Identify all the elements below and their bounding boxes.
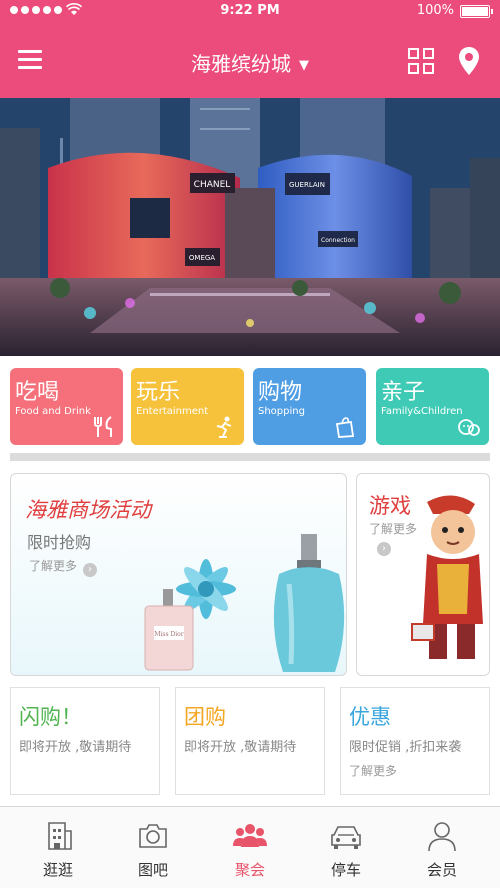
skater-icon xyxy=(216,416,232,438)
tab-member-label: 会员 xyxy=(426,861,457,879)
app-header: 海雅缤纷城 ▼ xyxy=(0,22,500,98)
discount-more-link[interactable]: 了解更多 xyxy=(349,762,397,779)
banner-sign-chanel: CHANEL xyxy=(194,180,231,190)
group-buy-title: 团购 xyxy=(184,705,226,729)
category-shopping-sublabel: Shopping xyxy=(258,406,305,417)
grid-icon[interactable] xyxy=(408,48,434,74)
flash-sale-desc: 即将开放 ,敬请期待 xyxy=(19,740,132,755)
banner-sign-guerlain: GUERLAIN xyxy=(289,181,325,189)
group-buy-card[interactable]: 团购 即将开放 ,敬请期待 xyxy=(175,687,325,795)
building-icon xyxy=(48,822,72,850)
flash-sale-title: 闪购！ xyxy=(19,705,82,729)
category-shopping-label: 购物 xyxy=(258,380,303,405)
battery-percent: 100% xyxy=(416,3,454,18)
discount-desc: 限时促销 ,折扣来袭 xyxy=(349,740,462,755)
banner-sign-omega: OMEGA xyxy=(189,254,215,262)
discount-card[interactable]: 优惠 限时促销 ,折扣来袭 了解更多 xyxy=(340,687,490,795)
mall-night-photo: CHANEL OMEGA GUERLAIN Connection xyxy=(0,98,500,356)
category-family-sublabel: Family&Children xyxy=(381,406,463,417)
category-food-sublabel: Food and Drink xyxy=(15,406,91,417)
banner-sign-connection: Connection xyxy=(321,237,355,244)
tab-gallery[interactable]: 图吧 xyxy=(103,807,203,888)
tab-browse-label: 逛逛 xyxy=(42,861,73,879)
perfume-illustration: Miss Dior xyxy=(144,534,345,672)
group-buy-desc: 即将开放 ,敬请期待 xyxy=(184,740,297,755)
tab-browse[interactable]: 逛逛 xyxy=(8,807,108,888)
tab-parking-label: 停车 xyxy=(330,861,361,879)
camera-icon xyxy=(139,824,167,848)
category-family-label: 亲子 xyxy=(381,380,426,405)
tab-gathering-label: 聚会 xyxy=(234,861,265,879)
category-food-drink[interactable]: 吃喝 Food and Drink xyxy=(10,368,123,445)
category-entertainment-sublabel: Entertainment xyxy=(136,406,209,417)
bottom-tab-bar: 逛逛 图吧 聚会 停车 会员 xyxy=(0,806,500,888)
mall-event-card[interactable]: 海雅商场活动 限时抢购 了解更多 › Miss Dior xyxy=(10,473,347,676)
people-icon xyxy=(233,824,267,847)
section-divider xyxy=(10,453,490,461)
person-icon xyxy=(428,822,456,852)
shopping-bag-icon xyxy=(335,417,355,438)
category-food-label: 吃喝 xyxy=(15,380,60,405)
category-entertainment[interactable]: 玩乐 Entertainment xyxy=(131,368,244,445)
family-icon xyxy=(458,419,480,436)
chevron-down-icon: ▼ xyxy=(299,58,309,73)
category-family-children[interactable]: 亲子 Family&Children xyxy=(376,368,489,445)
flash-sale-card[interactable]: 闪购！ 即将开放 ,敬请期待 xyxy=(10,687,160,795)
category-shopping[interactable]: 购物 Shopping xyxy=(253,368,366,445)
category-entertainment-label: 玩乐 xyxy=(136,380,181,405)
game-card[interactable]: 游戏 了解更多 › xyxy=(356,473,490,676)
discount-title: 优惠 xyxy=(349,705,391,729)
fork-knife-icon xyxy=(94,416,112,437)
tab-gathering[interactable]: 聚会 xyxy=(200,807,300,888)
car-icon xyxy=(331,826,361,849)
perfume-label: Miss Dior xyxy=(154,631,183,638)
game-character-illustration xyxy=(411,495,483,659)
tab-member[interactable]: 会员 xyxy=(392,807,492,888)
tab-gallery-label: 图吧 xyxy=(137,861,168,879)
battery-icon xyxy=(460,5,493,18)
tab-parking[interactable]: 停车 xyxy=(296,807,396,888)
mall-name: 海雅缤纷城 xyxy=(191,52,291,76)
location-pin-icon[interactable] xyxy=(458,46,480,76)
hero-banner[interactable]: CHANEL OMEGA GUERLAIN Connection xyxy=(0,98,500,356)
status-bar: 9:22 PM 100% xyxy=(0,0,500,22)
